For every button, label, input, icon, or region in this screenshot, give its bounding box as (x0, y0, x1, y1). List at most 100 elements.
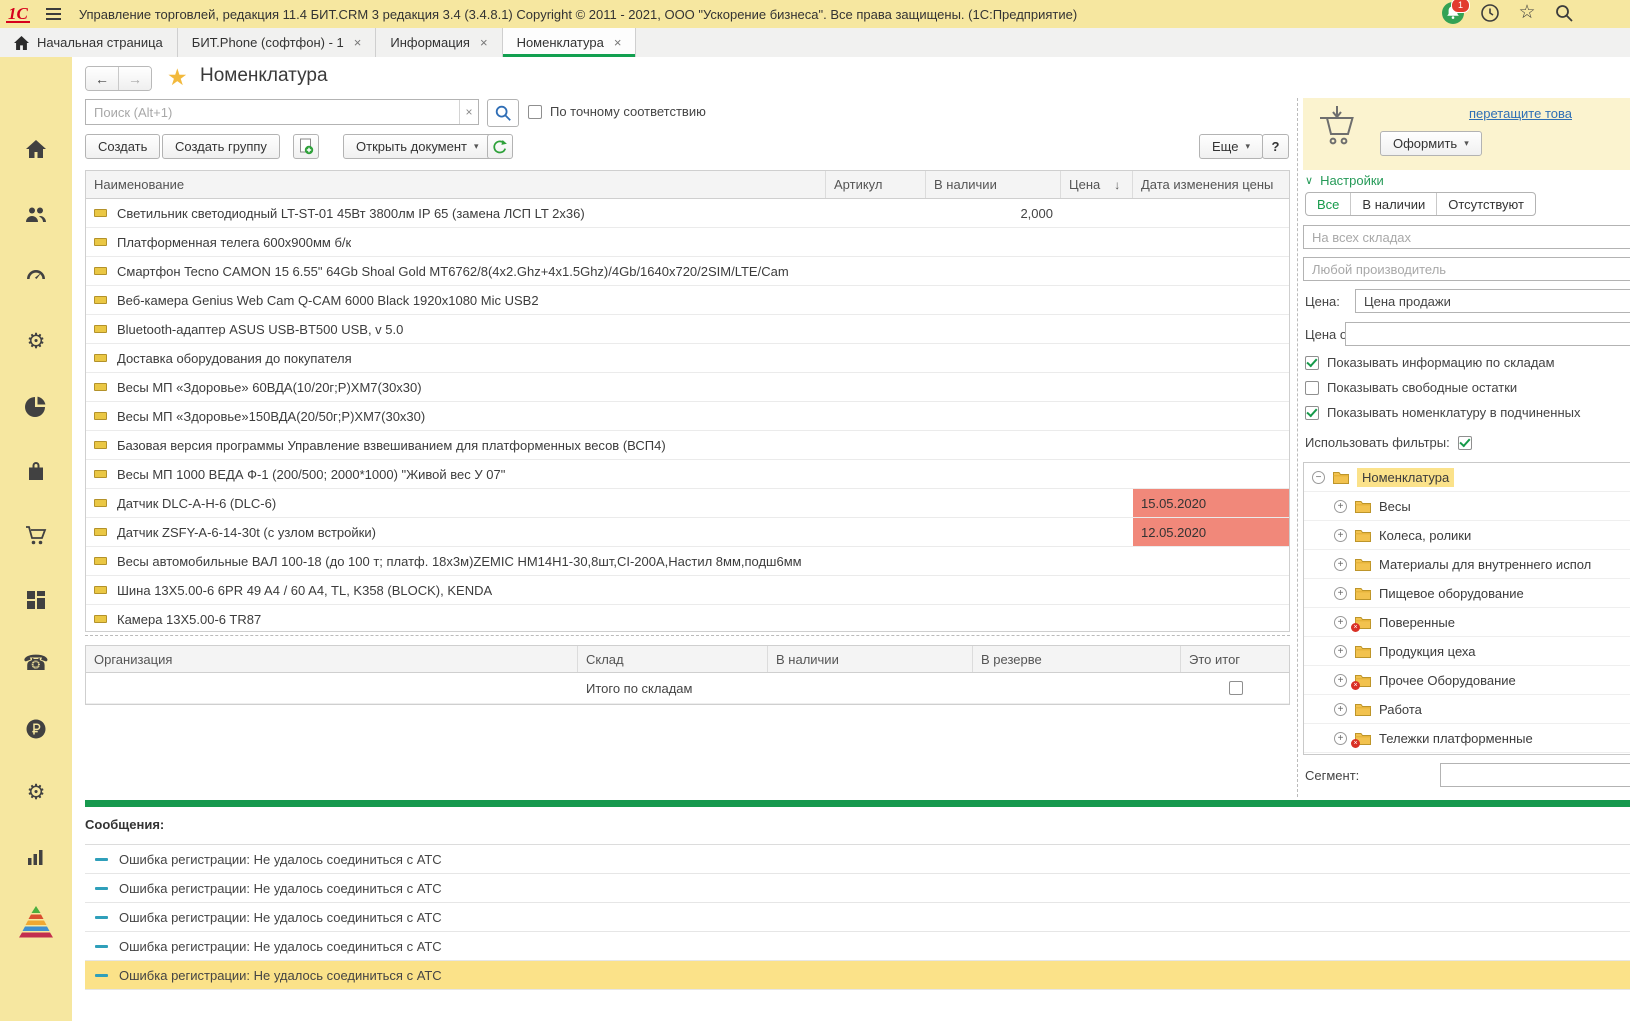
table-row[interactable]: Датчик DLC-A-H-6 (DLC-6)15.05.2020 (86, 489, 1289, 518)
rail-settings-button[interactable]: ⚙ (0, 776, 72, 810)
column-header-stock[interactable]: В наличии (926, 171, 1061, 198)
rail-treasury-button[interactable] (0, 712, 72, 746)
vertical-splitter[interactable] (1297, 98, 1298, 797)
tree-item[interactable]: +Т (1304, 753, 1630, 755)
favorites-button[interactable]: ☆ (1515, 1, 1539, 25)
message-row[interactable]: Ошибка регистрации: Не удалось соединить… (85, 845, 1630, 874)
expand-icon[interactable]: + (1334, 703, 1347, 716)
tree-item[interactable]: +Продукция цеха (1304, 637, 1630, 666)
column-header-reserve[interactable]: В резерве (973, 646, 1181, 672)
tab-information[interactable]: Информация × (376, 28, 502, 57)
table-row[interactable]: Светильник светодиодный LT-ST-01 45Вт 38… (86, 199, 1289, 228)
table-row[interactable]: Весы МП 1000 ВЕДА Ф-1 (200/500; 2000*100… (86, 460, 1289, 489)
expand-icon[interactable]: + (1334, 500, 1347, 513)
close-icon[interactable]: × (354, 35, 362, 50)
rail-phone-button[interactable]: ☎ (0, 647, 72, 681)
manufacturer-filter-input[interactable] (1303, 257, 1630, 281)
message-row[interactable]: Ошибка регистрации: Не удалось соединить… (85, 932, 1630, 961)
table-row[interactable]: Камера 13X5.00-6 TR87 (86, 605, 1289, 632)
tree-item[interactable]: +Работа (1304, 695, 1630, 724)
collapse-icon[interactable]: − (1312, 471, 1325, 484)
filter-in-stock[interactable]: В наличии (1350, 193, 1436, 215)
favorite-star-icon[interactable]: ★ (167, 64, 188, 91)
filter-all[interactable]: Все (1306, 193, 1350, 215)
notifications-button[interactable]: 1 (1441, 1, 1465, 25)
message-row[interactable]: Ошибка регистрации: Не удалось соединить… (85, 903, 1630, 932)
table-row[interactable]: Весы МП «Здоровье» 60ВДА(10/20г;Р)ХМ7(30… (86, 373, 1289, 402)
create-button[interactable]: Создать (85, 134, 160, 159)
table-row[interactable]: Весы автомобильные ВАЛ 100-18 (до 100 т;… (86, 547, 1289, 576)
tree-item[interactable]: −Номенклатура (1304, 463, 1630, 492)
rail-planning-button[interactable] (0, 389, 72, 423)
rail-warehouse-button[interactable] (0, 583, 72, 617)
checkout-button[interactable]: Оформить ▾ (1380, 131, 1482, 156)
column-header-organization[interactable]: Организация (86, 646, 578, 672)
settings-checkbox-row[interactable]: Показывать номенклатуру в подчиненных (1305, 405, 1580, 420)
column-header-stock[interactable]: В наличии (768, 646, 973, 672)
message-row[interactable]: Ошибка регистрации: Не удалось соединить… (85, 961, 1630, 990)
settings-expander[interactable]: ∨ Настройки (1305, 173, 1384, 188)
table-row[interactable]: Доставка оборудования до покупателя (86, 344, 1289, 373)
close-icon[interactable]: × (614, 35, 622, 50)
tab-bit-phone[interactable]: БИТ.Phone (софтфон) - 1 × (178, 28, 377, 57)
rail-home-button[interactable] (0, 132, 72, 166)
copy-item-button[interactable] (293, 134, 319, 159)
table-row[interactable]: Веб-камера Genius Web Cam Q-CAM 6000 Bla… (86, 286, 1289, 315)
tree-item[interactable]: +Колеса, ролики (1304, 521, 1630, 550)
message-row[interactable]: Ошибка регистрации: Не удалось соединить… (85, 874, 1630, 903)
horizontal-splitter[interactable] (85, 635, 1290, 636)
expand-icon[interactable]: + (1334, 587, 1347, 600)
column-header-is-total[interactable]: Это итог (1181, 646, 1291, 672)
rail-dashboard-button[interactable] (0, 260, 72, 294)
rail-reports-button[interactable] (0, 840, 72, 874)
price-from-input[interactable] (1345, 322, 1630, 346)
messages-separator[interactable] (85, 800, 1630, 807)
price-type-combobox[interactable]: Цена продажи (1355, 289, 1630, 313)
rail-bit-logo-button[interactable] (0, 900, 72, 944)
column-header-price[interactable]: Цена ↓ (1061, 171, 1133, 198)
tree-item[interactable]: +Материалы для внутреннего испол (1304, 550, 1630, 579)
history-button[interactable] (1478, 1, 1502, 25)
tree-item[interactable]: +×Поверенные (1304, 608, 1630, 637)
column-header-name[interactable]: Наименование (86, 171, 826, 198)
create-group-button[interactable]: Создать группу (162, 134, 280, 159)
expand-icon[interactable]: + (1334, 674, 1347, 687)
forward-button[interactable]: → (118, 67, 151, 90)
rail-processes-button[interactable]: ⚙ (0, 325, 72, 359)
settings-checkbox-row[interactable]: Показывать информацию по складам (1305, 355, 1555, 370)
is-total-checkbox[interactable] (1229, 681, 1243, 695)
segment-input[interactable] (1440, 763, 1630, 787)
table-row[interactable]: Базовая версия программы Управление взве… (86, 431, 1289, 460)
warehouse-filter-input[interactable] (1303, 225, 1630, 249)
drag-items-link[interactable]: перетащите това (1469, 106, 1630, 121)
more-button[interactable]: Еще ▾ (1199, 134, 1263, 159)
rail-purchases-button[interactable] (0, 454, 72, 488)
table-row[interactable]: Bluetooth-адаптер ASUS USB-BT500 USB, v … (86, 315, 1289, 344)
totals-row[interactable]: Итого по складам (86, 673, 1289, 704)
expand-icon[interactable]: + (1334, 529, 1347, 542)
global-search-button[interactable] (1552, 1, 1576, 25)
use-filters-checkbox[interactable] (1458, 436, 1472, 450)
expand-icon[interactable]: + (1334, 645, 1347, 658)
tree-item[interactable]: +Весы (1304, 492, 1630, 521)
column-header-price-date[interactable]: Дата изменения цены (1133, 171, 1290, 198)
checkbox[interactable] (1305, 381, 1319, 395)
table-row[interactable]: Шина 13X5.00-6 6PR 49 A4 / 60 A4, TL, K3… (86, 576, 1289, 605)
column-header-article[interactable]: Артикул (826, 171, 926, 198)
filter-out-of-stock[interactable]: Отсутствуют (1436, 193, 1535, 215)
checkbox[interactable] (1305, 356, 1319, 370)
table-row[interactable]: Датчик ZSFY-A-6-14-30t (с узлом встройки… (86, 518, 1289, 547)
table-row[interactable]: Смартфон Tecno CAMON 15 6.55" 64Gb Shoal… (86, 257, 1289, 286)
open-document-button[interactable]: Открыть документ ▾ (343, 134, 492, 159)
rail-crm-section-button[interactable] (0, 197, 72, 231)
search-button[interactable] (487, 99, 519, 127)
expand-icon[interactable]: + (1334, 558, 1347, 571)
table-row[interactable]: Весы МП «Здоровье»150ВДА(20/50г;Р)ХМ7(30… (86, 402, 1289, 431)
column-header-warehouse[interactable]: Склад (578, 646, 768, 672)
help-button[interactable]: ? (1262, 134, 1289, 159)
search-input[interactable] (86, 100, 459, 124)
tree-item[interactable]: +Пищевое оборудование (1304, 579, 1630, 608)
settings-checkbox-row[interactable]: Показывать свободные остатки (1305, 380, 1517, 395)
checkbox[interactable] (1305, 406, 1319, 420)
tree-item[interactable]: +×Прочее Оборудование (1304, 666, 1630, 695)
